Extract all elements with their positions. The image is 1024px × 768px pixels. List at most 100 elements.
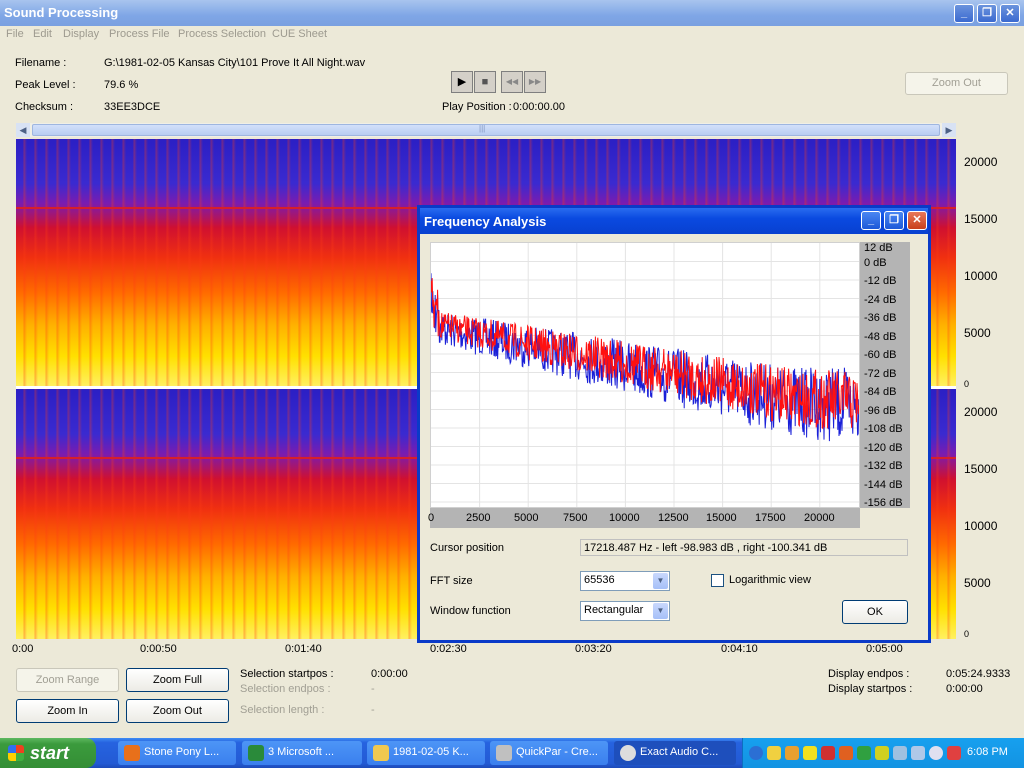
freq-tick: 15000 [964, 212, 998, 226]
time-tick: 0:00 [12, 643, 34, 655]
dialog-maximize-button[interactable]: ❐ [884, 211, 904, 230]
zoom-range-button[interactable]: Zoom Range [16, 668, 119, 692]
filename-label: Filename : [15, 57, 67, 69]
firefox-icon [124, 745, 140, 761]
dialog-close-button[interactable]: ✕ [907, 211, 927, 230]
hz-tick: 20000 [804, 512, 835, 524]
db-tick: -96 dB [864, 405, 897, 417]
hz-axis: 0 2500 5000 7500 10000 12500 15000 17500… [428, 508, 860, 528]
tray-icon[interactable] [947, 746, 961, 760]
play-button[interactable]: ▶ [451, 71, 473, 93]
db-tick: -120 dB [864, 442, 903, 454]
excel-icon [248, 745, 264, 761]
logarithmic-view-checkbox[interactable] [711, 574, 724, 587]
fft-size-label: FFT size [430, 575, 473, 587]
zoom-in-button[interactable]: Zoom In [16, 699, 119, 723]
task-label: Exact Audio C... [640, 746, 719, 758]
zoom-out-button[interactable]: Zoom Out [126, 699, 229, 723]
chevron-down-icon: ▼ [653, 573, 668, 589]
frequency-analysis-dialog: Frequency Analysis _ ❐ ✕ 12 dB 0 dB -12 … [417, 205, 931, 643]
menu-edit[interactable]: Edit [33, 28, 52, 40]
tray-icon[interactable] [875, 746, 889, 760]
logarithmic-view-label: Logarithmic view [729, 574, 811, 586]
task-stone-pony[interactable]: Stone Pony L... [118, 741, 236, 765]
menu-process-file[interactable]: Process File [109, 28, 170, 40]
stop-button[interactable]: ■ [474, 71, 496, 93]
selection-length-value: - [371, 704, 375, 716]
quickpar-icon [496, 745, 512, 761]
hz-tick: 7500 [563, 512, 588, 524]
scroll-left-button[interactable]: ◀ [16, 123, 30, 137]
task-label: Stone Pony L... [144, 746, 220, 758]
start-button[interactable]: start [0, 738, 96, 768]
selection-endpos-label: Selection endpos : [240, 683, 331, 695]
selection-endpos-value: - [371, 683, 375, 695]
tray-icon[interactable] [767, 746, 781, 760]
db-tick: -60 dB [864, 349, 897, 361]
checksum-value: 33EE3DCE [104, 101, 161, 113]
volume-icon[interactable] [911, 746, 925, 760]
tray-icon[interactable] [929, 746, 943, 760]
freq-tick: 10000 [964, 269, 998, 283]
tray-icon[interactable] [857, 746, 871, 760]
db-tick: -72 dB [864, 368, 897, 380]
menu-process-selection[interactable]: Process Selection [178, 28, 266, 40]
close-button[interactable]: ✕ [1000, 4, 1020, 23]
db-tick: -144 dB [864, 479, 903, 491]
task-label: 3 Microsoft ... [268, 746, 335, 758]
tray-expand-icon[interactable] [749, 746, 763, 760]
db-tick: -132 dB [864, 460, 903, 472]
task-quickpar[interactable]: QuickPar - Cre... [490, 741, 608, 765]
hz-tick: 0 [428, 512, 435, 524]
time-tick: 0:01:40 [285, 643, 322, 655]
task-microsoft[interactable]: 3 Microsoft ... [242, 741, 362, 765]
menu-file[interactable]: File [6, 28, 24, 40]
db-tick: -156 dB [864, 497, 903, 509]
scroll-thumb[interactable]: ||| [32, 124, 940, 136]
task-folder[interactable]: 1981-02-05 K... [367, 741, 485, 765]
tray-icon[interactable] [785, 746, 799, 760]
db-tick: 0 dB [864, 257, 887, 269]
menu-cue-sheet[interactable]: CUE Sheet [272, 28, 327, 40]
zoom-full-button[interactable]: Zoom Full [126, 668, 229, 692]
play-position-label: Play Position : [442, 101, 512, 113]
forward-button[interactable]: ▶▶ [524, 71, 546, 93]
freq-tick: 5000 [964, 326, 991, 340]
restore-button[interactable]: ❐ [977, 4, 997, 23]
ok-button[interactable]: OK [842, 600, 908, 624]
freq-tick: 20000 [964, 155, 998, 169]
windows-logo-icon [8, 745, 24, 761]
cursor-position-label: Cursor position [430, 542, 504, 554]
tray-icon[interactable] [839, 746, 853, 760]
tray-icon[interactable] [803, 746, 817, 760]
scroll-grip: ||| [479, 124, 486, 133]
dialog-title-bar: Frequency Analysis _ ❐ ✕ [420, 208, 928, 234]
fft-size-select[interactable]: 65536 ▼ [580, 571, 670, 591]
menu-display[interactable]: Display [63, 28, 99, 40]
hz-tick: 12500 [658, 512, 689, 524]
display-startpos-label: Display startpos : [828, 683, 913, 695]
spectrum-plot[interactable] [430, 242, 860, 508]
scroll-right-button[interactable]: ▶ [942, 123, 956, 137]
rewind-button[interactable]: ◀◀ [501, 71, 523, 93]
tray-icon[interactable] [893, 746, 907, 760]
top-zoom-out-button[interactable]: Zoom Out [905, 72, 1008, 95]
db-tick: -48 dB [864, 331, 897, 343]
task-exact-audio-copy[interactable]: Exact Audio C... [614, 741, 736, 765]
minimize-button[interactable]: _ [954, 4, 974, 23]
play-position-value: 0:00:00.00 [513, 101, 565, 113]
freq-tick: 10000 [964, 519, 998, 533]
fft-size-value: 65536 [584, 574, 615, 586]
tray-icon[interactable] [821, 746, 835, 760]
eac-icon [620, 745, 636, 761]
window-function-value: Rectangular [584, 604, 644, 616]
task-label: 1981-02-05 K... [393, 746, 469, 758]
chevron-down-icon: ▼ [653, 603, 668, 619]
hz-tick: 5000 [514, 512, 539, 524]
window-function-label: Window function [430, 605, 511, 617]
horizontal-scrollbar[interactable]: ◀ ||| ▶ [16, 123, 956, 137]
time-tick: 0:05:00 [866, 643, 903, 655]
window-function-select[interactable]: Rectangular ▼ [580, 601, 670, 621]
dialog-minimize-button[interactable]: _ [861, 211, 881, 230]
peak-level-label: Peak Level : [15, 79, 76, 91]
